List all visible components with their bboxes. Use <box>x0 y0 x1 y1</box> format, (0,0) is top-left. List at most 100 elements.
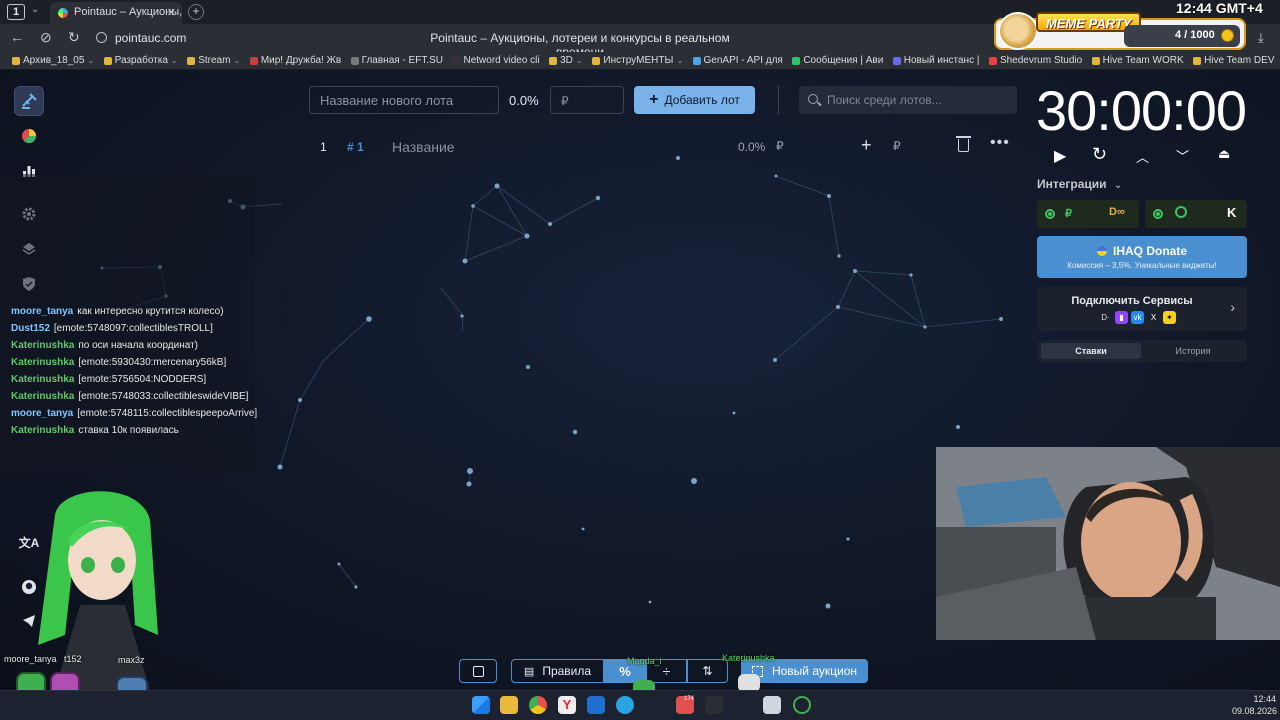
chevron-right-icon: › <box>1230 299 1235 315</box>
bookmark-favicon-icon <box>452 57 461 65</box>
chat-text: [emote:5748033:collectibleswideVIBE] <box>78 391 249 402</box>
new-lot-name-input[interactable] <box>309 86 499 114</box>
x-icon: X <box>1147 311 1160 324</box>
yandex-browser-icon[interactable]: Y <box>558 696 576 714</box>
donate-service-button[interactable]: IHAQ Donate Комиссия – 3,5%. Уникальные … <box>1037 236 1247 278</box>
integrations-label: Интеграции <box>1037 177 1107 191</box>
bookmark-item[interactable]: Netword video cli <box>448 52 545 69</box>
bookmark-item[interactable]: Главная - EFT.SU <box>347 52 449 69</box>
bookmark-item[interactable]: Архив_18_05 ⌄ <box>8 52 100 69</box>
lot-amount: ₽ <box>776 139 784 153</box>
more-options-icon[interactable]: ••• <box>990 134 1010 152</box>
reset-icon[interactable]: ↻ <box>1092 144 1107 165</box>
download-icon[interactable]: ⤓ <box>1258 30 1264 46</box>
integrations-toggle[interactable]: Интеграции ⌄ <box>1037 177 1122 191</box>
notification-badge: 174 <box>683 696 694 702</box>
lot-row[interactable]: 1 # 1 Название 0.0% ₽ + ₽ ••• <box>309 131 1017 163</box>
close-tab-icon[interactable]: ✕ <box>167 6 176 19</box>
new-lot-percent: 0.0% <box>509 93 539 108</box>
rules-button[interactable]: ▤ Правила <box>511 659 604 683</box>
sort-icon: ⇅ <box>702 664 713 678</box>
chevron-down-icon[interactable]: ﹀ <box>1176 146 1189 165</box>
bookmark-item[interactable]: Мир! Дружба! Жв <box>246 52 347 69</box>
add-bid-icon[interactable]: + <box>861 135 872 156</box>
bookmark-label: Мир! Дружба! Жв <box>260 55 342 66</box>
add-lot-button[interactable]: + Добавить лот <box>634 86 755 114</box>
donate-subtitle: Комиссия – 3,5%. Уникальные виджеты! <box>1067 261 1217 270</box>
divider <box>778 86 779 114</box>
tab-bids[interactable]: Ставки <box>1041 343 1141 359</box>
chat-username: moore_tanya <box>11 306 74 317</box>
url-field[interactable]: pointauc.com <box>115 31 186 45</box>
system-time: 12:44 <box>1253 694 1276 704</box>
bookmark-item[interactable]: 3D ⌄ <box>545 52 588 69</box>
folder-icon <box>103 57 112 65</box>
lot-title-input[interactable]: Название <box>392 139 455 155</box>
rail-wheel-icon[interactable] <box>14 121 44 151</box>
bookmark-item[interactable]: Hive Team WORK <box>1088 52 1189 69</box>
connect-services-button[interactable]: Подключить Сервисы D· ▮ vk X ✦ › <box>1037 287 1247 331</box>
timer-controls: ▶ ↻ ︿ ﹀ ⏏ <box>1050 144 1240 168</box>
rail-auction-icon[interactable] <box>14 86 44 116</box>
bookmark-item[interactable]: Hive Team DEV <box>1189 52 1280 69</box>
search-icon <box>808 94 818 104</box>
services-title: Подключить Сервисы <box>1071 295 1193 307</box>
integration-card-1[interactable]: ₽ D∞ <box>1037 200 1139 228</box>
twitch-icon: ▮ <box>1115 311 1128 324</box>
webcam-video <box>936 447 1280 640</box>
lot-search-input[interactable]: Поиск среди лотов... <box>799 86 1017 114</box>
bookmark-item[interactable]: Shedevrum Studio <box>985 52 1088 69</box>
ruble-icon: ₽ <box>1065 208 1072 220</box>
app-badge-icon[interactable]: 174 <box>676 696 694 714</box>
chrome-icon[interactable] <box>529 696 547 714</box>
rules-icon: ▤ <box>523 665 535 678</box>
sticker-username: moore_tanya <box>4 654 57 664</box>
stream-clock: 12:44 GMT+4 <box>1176 0 1263 16</box>
bookmark-item[interactable]: Новый инстанс | <box>889 52 985 69</box>
chevron-down-icon: ⌄ <box>676 56 684 65</box>
bookmark-item[interactable]: ИнструМЕНТЫ ⌄ <box>588 52 688 69</box>
new-lot-amount-input[interactable]: ₽ <box>550 86 624 114</box>
double-chevron-up-icon[interactable]: ⏏ <box>1218 146 1230 162</box>
browser-tab[interactable]: Pointauc – Аукционы, л ✕ <box>50 2 182 24</box>
app-icon[interactable] <box>763 696 781 714</box>
lot-number: 1 <box>320 140 327 154</box>
tab-count[interactable]: 1 <box>7 4 25 20</box>
bookmark-item[interactable]: Разработка ⌄ <box>100 52 184 69</box>
sticker-username: max3z <box>118 655 145 665</box>
delete-lot-icon[interactable] <box>956 136 971 152</box>
system-date: 09.08.2026 <box>1232 706 1278 716</box>
bookmark-item[interactable]: Stream ⌄ <box>183 52 246 69</box>
save-button[interactable] <box>459 659 497 683</box>
new-tab-button[interactable]: + <box>188 4 204 20</box>
chevron-up-icon[interactable]: ︿ <box>1136 147 1149 166</box>
lot-bid-input[interactable]: ₽ <box>893 139 901 153</box>
integration-card-2[interactable]: K <box>1145 200 1247 228</box>
telegram-icon[interactable] <box>616 696 634 714</box>
bookmark-favicon-icon <box>1091 57 1100 65</box>
tab-menu-icon[interactable]: ⌄ <box>31 4 39 15</box>
chat-username: Katerinushka <box>11 425 75 436</box>
explorer-icon[interactable] <box>500 696 518 714</box>
bookmark-item[interactable]: Сообщения | Ави <box>788 52 888 69</box>
bookmark-favicon-icon <box>350 57 359 65</box>
reload-icon[interactable]: ↻ <box>68 29 80 46</box>
folder-icon <box>187 57 196 65</box>
save-icon <box>472 665 484 677</box>
app-icon[interactable] <box>793 696 811 714</box>
vscode-icon[interactable] <box>587 696 605 714</box>
tab-history[interactable]: История <box>1143 343 1243 359</box>
app-icon[interactable] <box>705 696 723 714</box>
sticker-username: t152 <box>64 654 82 664</box>
start-icon[interactable] <box>472 696 490 714</box>
status-dot-icon <box>1153 209 1163 219</box>
donatepay-icon <box>1175 206 1187 218</box>
auction-timer: 30:00:00 <box>1036 79 1247 142</box>
shield-icon[interactable]: ⊘ <box>40 29 52 46</box>
play-icon[interactable]: ▶ <box>1054 146 1066 166</box>
site-info-icon[interactable] <box>96 32 107 43</box>
bookmark-item[interactable]: GenAPI - API для <box>689 52 789 69</box>
coin-icon <box>1221 29 1234 42</box>
system-clock[interactable]: 12:44 09.08.2026 <box>1232 693 1278 717</box>
back-icon[interactable]: ← <box>10 29 24 45</box>
